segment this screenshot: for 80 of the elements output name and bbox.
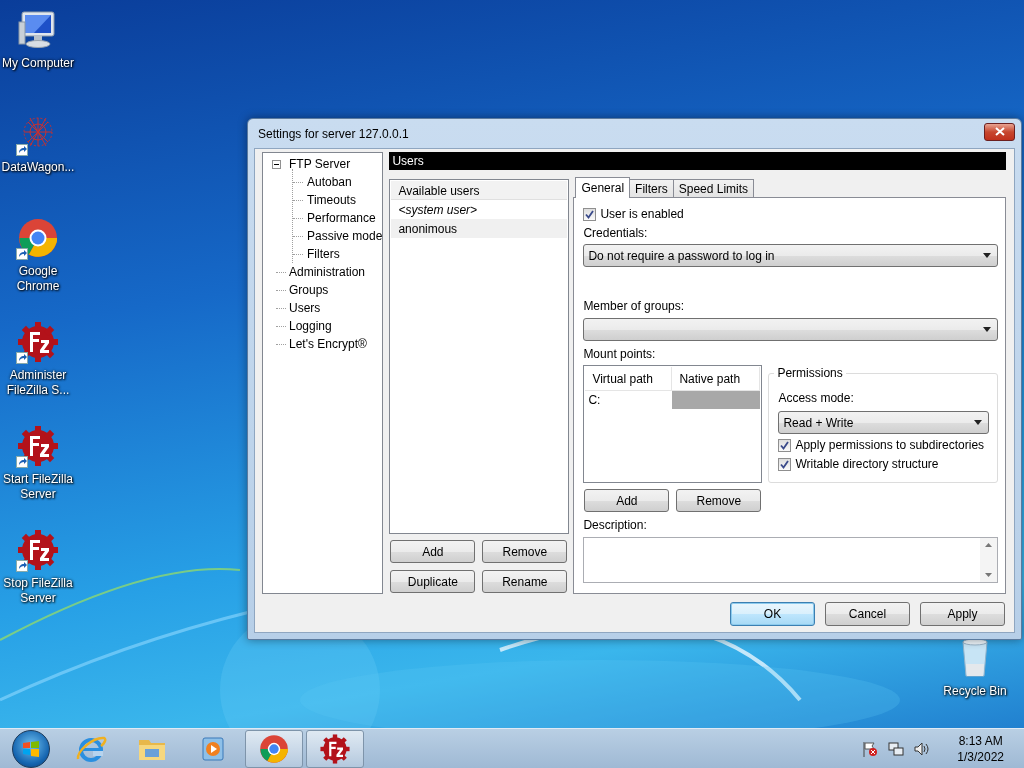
tab[interactable]: General (575, 177, 631, 198)
field-label: Mount points: (583, 347, 657, 361)
group-title: Permissions (774, 366, 846, 380)
tree-item[interactable]: Administration (289, 265, 366, 279)
taskbar-button[interactable] (245, 729, 303, 768)
field-label: Credentials: (583, 226, 649, 240)
window-title: Settings for server 127.0.0.1 (258, 126, 409, 141)
gear-icon (16, 528, 60, 572)
dialog-button[interactable]: Apply (920, 602, 1005, 626)
tab[interactable]: Filters (629, 179, 674, 197)
description-field[interactable] (583, 537, 999, 583)
user-item[interactable]: <system user> (391, 200, 568, 219)
scrollbar[interactable] (980, 538, 998, 582)
shortcut-arrow-icon (16, 144, 28, 156)
column-header[interactable]: Virtual path (585, 367, 673, 390)
tree-item[interactable]: Users (289, 301, 321, 315)
dialog-button[interactable]: Cancel (825, 602, 910, 626)
taskbar-button[interactable] (306, 729, 364, 768)
checkbox-label: Writable directory structure (795, 457, 939, 471)
list-header: Available users (391, 181, 568, 200)
scroll-down-icon[interactable] (985, 573, 993, 577)
tree-item[interactable]: Passive mode (307, 229, 383, 243)
checkbox-label: Apply permissions to subdirectories (795, 438, 985, 452)
gear-icon (16, 424, 60, 468)
clock-time[interactable]: 8:13 AM (958, 732, 1003, 749)
section-header: Users (389, 152, 1007, 170)
icon-label[interactable]: Start FileZilla Server (0, 472, 76, 502)
groups-dropdown[interactable] (583, 318, 999, 341)
table-cell-text: C: (587, 392, 602, 409)
caret-down-icon (983, 327, 992, 332)
access-mode-dropdown[interactable]: Read + Write (778, 411, 990, 434)
field-label: Access mode: (778, 391, 855, 405)
push-button[interactable]: Remove (676, 489, 762, 512)
icon-label[interactable]: Administer FileZilla S... (0, 368, 76, 398)
shortcut-arrow-icon (16, 352, 28, 364)
icon-label[interactable]: DataWagon... (0, 160, 76, 175)
tree-item[interactable]: Let's Encrypt® (289, 337, 367, 351)
push-button[interactable]: Add (584, 489, 670, 512)
push-button[interactable]: Remove (482, 540, 568, 563)
windows-logo-icon (22, 739, 40, 758)
checkbox[interactable] (583, 207, 597, 221)
column-header[interactable]: Native path (672, 367, 761, 390)
tab[interactable]: Speed Limits (672, 179, 755, 197)
shortcut-arrow-icon (16, 248, 28, 260)
checkbox[interactable] (778, 438, 792, 452)
tree-item[interactable]: FTP Server (289, 157, 351, 171)
collapse-icon[interactable] (272, 159, 281, 169)
dialog-button[interactable]: OK (730, 602, 815, 626)
gear-icon[interactable] (319, 732, 351, 765)
tree-item[interactable]: Performance (307, 211, 376, 225)
field-label: Description: (583, 518, 648, 532)
tree-item[interactable]: Autoban (307, 175, 352, 189)
chrome-icon[interactable] (258, 732, 290, 765)
push-button[interactable]: Duplicate (390, 570, 476, 593)
clock-date[interactable]: 1/3/2022 (957, 748, 1004, 765)
user-item[interactable]: anonimous (391, 219, 568, 238)
tree-item[interactable]: Logging (289, 319, 332, 333)
checkbox-label: User is enabled (600, 207, 684, 221)
network-icon[interactable] (887, 739, 906, 758)
icon-label[interactable]: My Computer (0, 56, 76, 71)
shortcut-arrow-icon (16, 560, 28, 572)
caret-down-icon (974, 420, 983, 425)
tree-item[interactable]: Timeouts (307, 193, 356, 207)
credentials-dropdown[interactable]: Do not require a password to log in (583, 244, 999, 267)
scroll-up-icon[interactable] (985, 543, 993, 547)
tree-item[interactable]: Filters (307, 247, 340, 261)
flag-icon[interactable] (861, 739, 880, 758)
checkbox[interactable] (778, 457, 792, 471)
tree-item[interactable]: Groups (289, 283, 329, 297)
shortcut-arrow-icon (16, 456, 28, 468)
push-button[interactable]: Add (390, 540, 476, 563)
gear-icon (16, 320, 60, 364)
start-button[interactable] (12, 729, 50, 768)
close-icon (994, 127, 1005, 136)
caret-down-icon (983, 253, 992, 258)
close-button[interactable] (984, 122, 1015, 141)
push-button[interactable]: Rename (482, 570, 568, 593)
chrome-icon (16, 216, 60, 260)
field-label: Member of groups: (583, 299, 686, 313)
icon-label[interactable]: Google Chrome (0, 264, 76, 294)
